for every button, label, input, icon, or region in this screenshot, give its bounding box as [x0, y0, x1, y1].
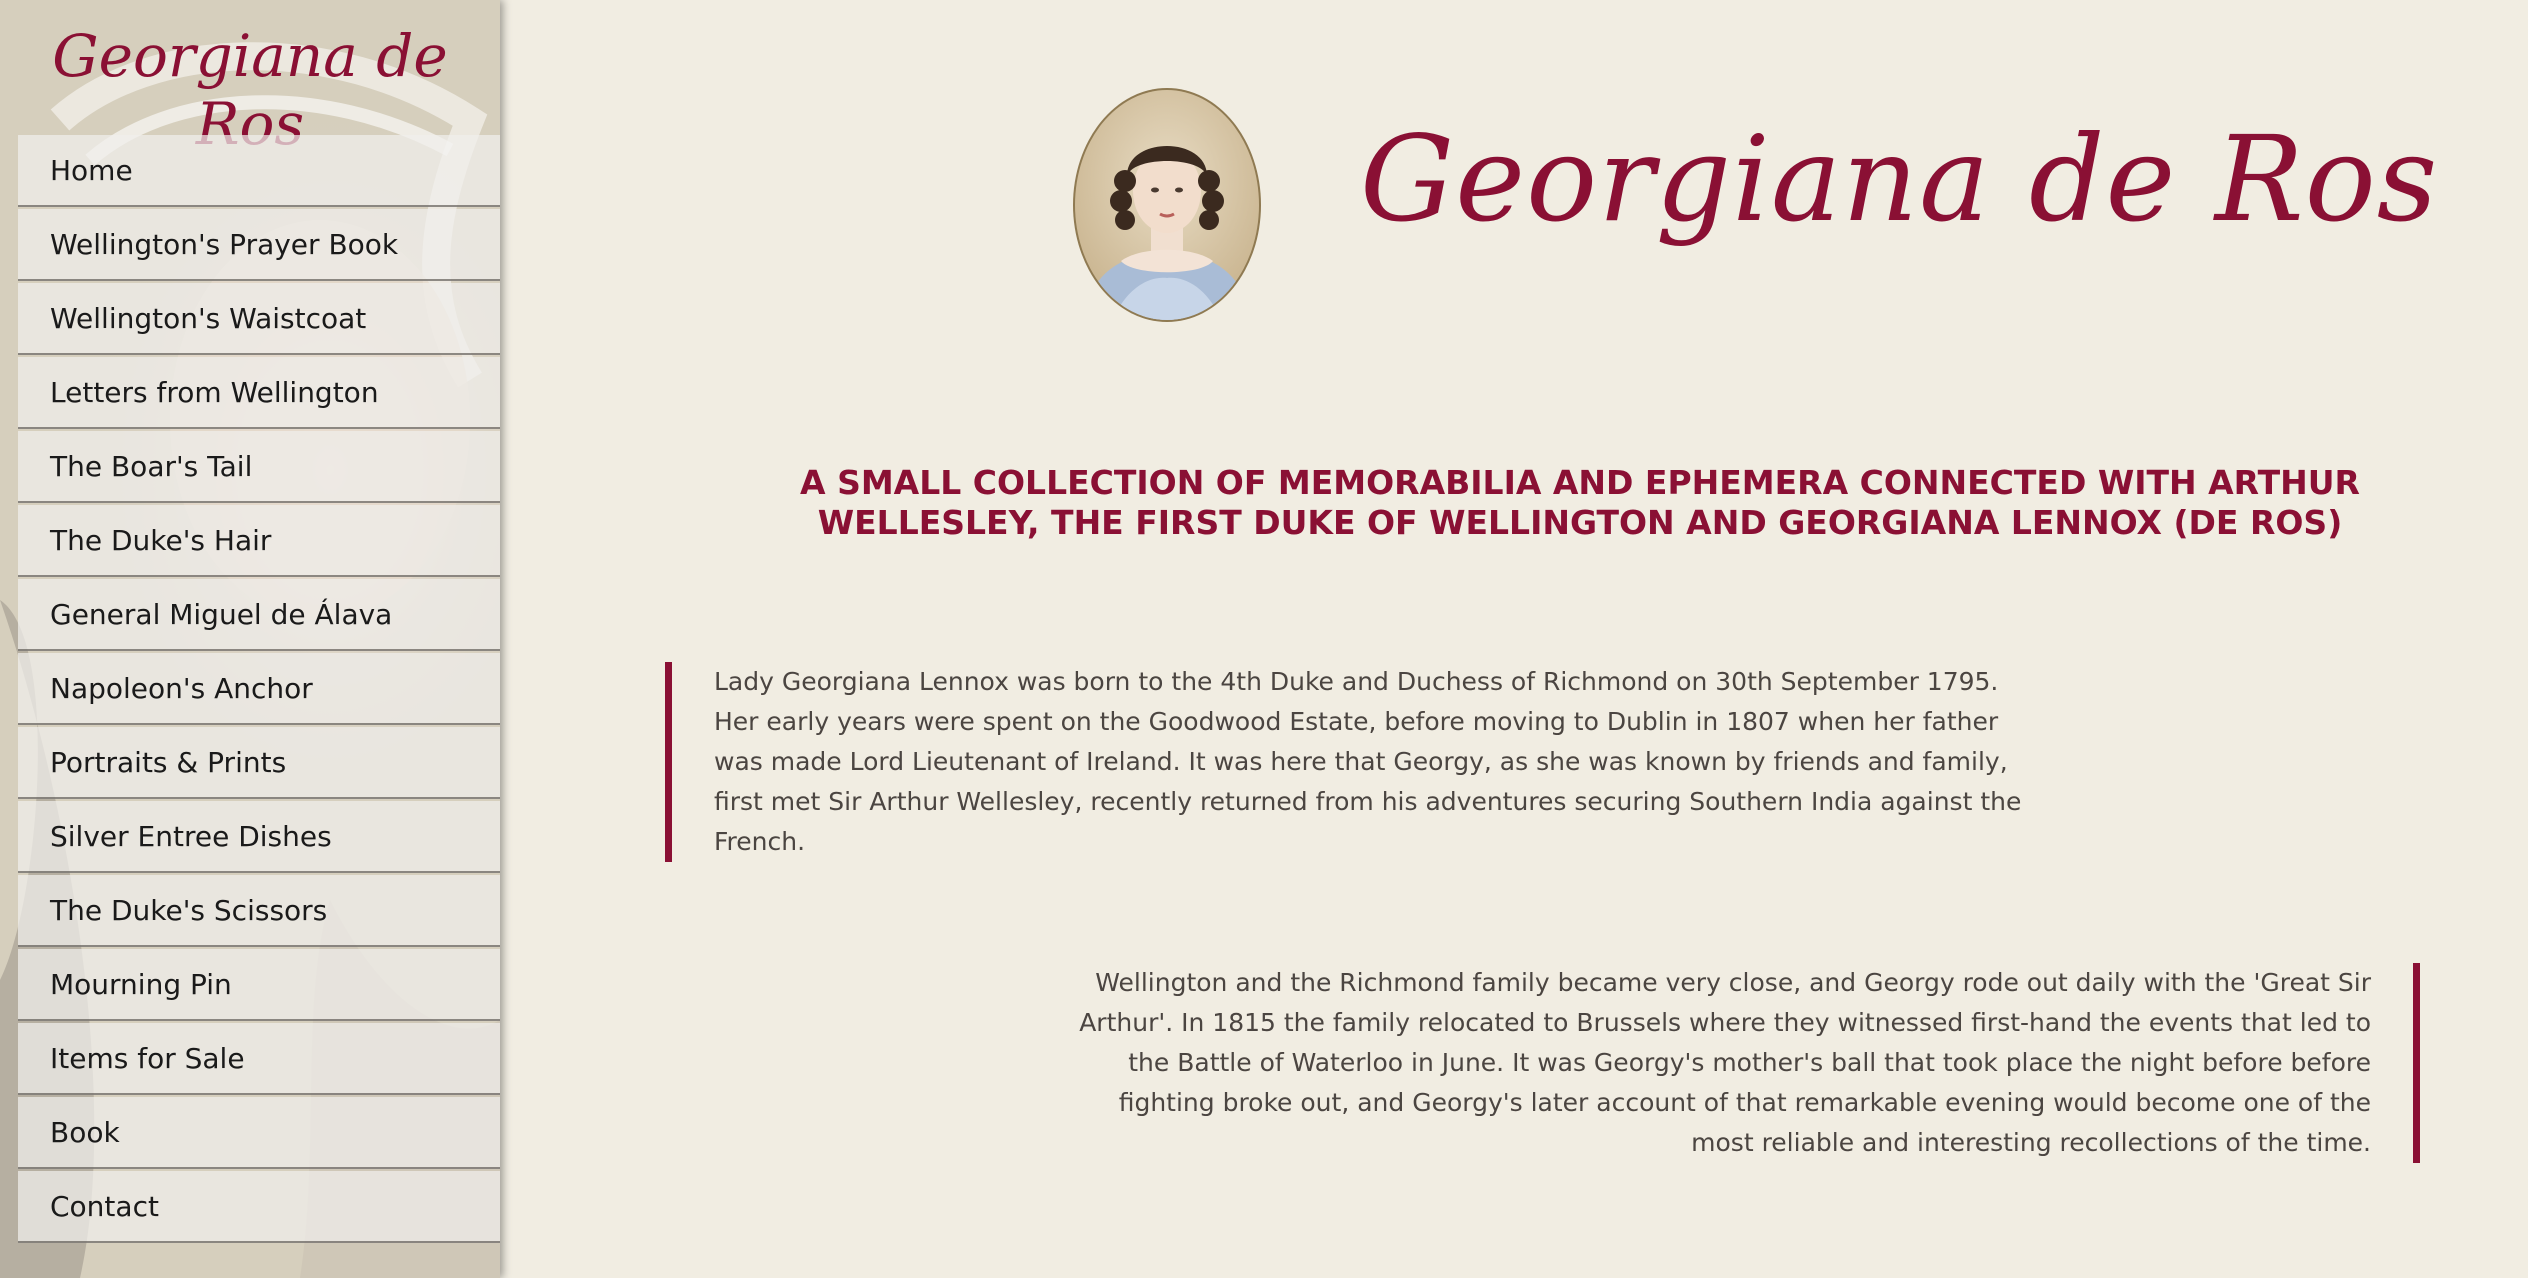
nav-item-home[interactable]: Home	[18, 135, 500, 207]
nav-item-silver-entree-dishes[interactable]: Silver Entree Dishes	[18, 801, 500, 873]
nav-item-the-boars-tail[interactable]: The Boar's Tail	[18, 431, 500, 503]
nav-item-contact[interactable]: Contact	[18, 1171, 500, 1243]
nav-item-the-dukes-hair[interactable]: The Duke's Hair	[18, 505, 500, 577]
nav-item-wellingtons-waistcoat[interactable]: Wellington's Waistcoat	[18, 283, 500, 355]
nav-item-book[interactable]: Book	[18, 1097, 500, 1169]
nav-item-the-dukes-scissors[interactable]: The Duke's Scissors	[18, 875, 500, 947]
intro-paragraph-2: Wellington and the Richmond family becam…	[1050, 963, 2420, 1163]
nav-item-portraits-prints[interactable]: Portraits & Prints	[18, 727, 500, 799]
nav-item-letters-from-wellington[interactable]: Letters from Wellington	[18, 357, 500, 429]
page-title: Georgiana de Ros	[1360, 110, 2439, 248]
nav-item-general-miguel-de-alava[interactable]: General Miguel de Álava	[18, 579, 500, 651]
page-subtitle: A SMALL COLLECTION OF MEMORABILIA AND EP…	[800, 463, 2360, 542]
nav-item-mourning-pin[interactable]: Mourning Pin	[18, 949, 500, 1021]
sidebar-nav: Home Wellington's Prayer Book Wellington…	[18, 135, 500, 1245]
nav-item-napoleons-anchor[interactable]: Napoleon's Anchor	[18, 653, 500, 725]
page: Georgiana de Ros Home Wellington's Praye…	[0, 0, 2528, 1278]
portrait-miniature-image	[1073, 88, 1261, 322]
intro-paragraph-1: Lady Georgiana Lennox was born to the 4t…	[665, 662, 2045, 862]
sidebar: Georgiana de Ros Home Wellington's Praye…	[0, 0, 500, 1278]
nav-item-wellingtons-prayer-book[interactable]: Wellington's Prayer Book	[18, 209, 500, 281]
nav-item-items-for-sale[interactable]: Items for Sale	[18, 1023, 500, 1095]
